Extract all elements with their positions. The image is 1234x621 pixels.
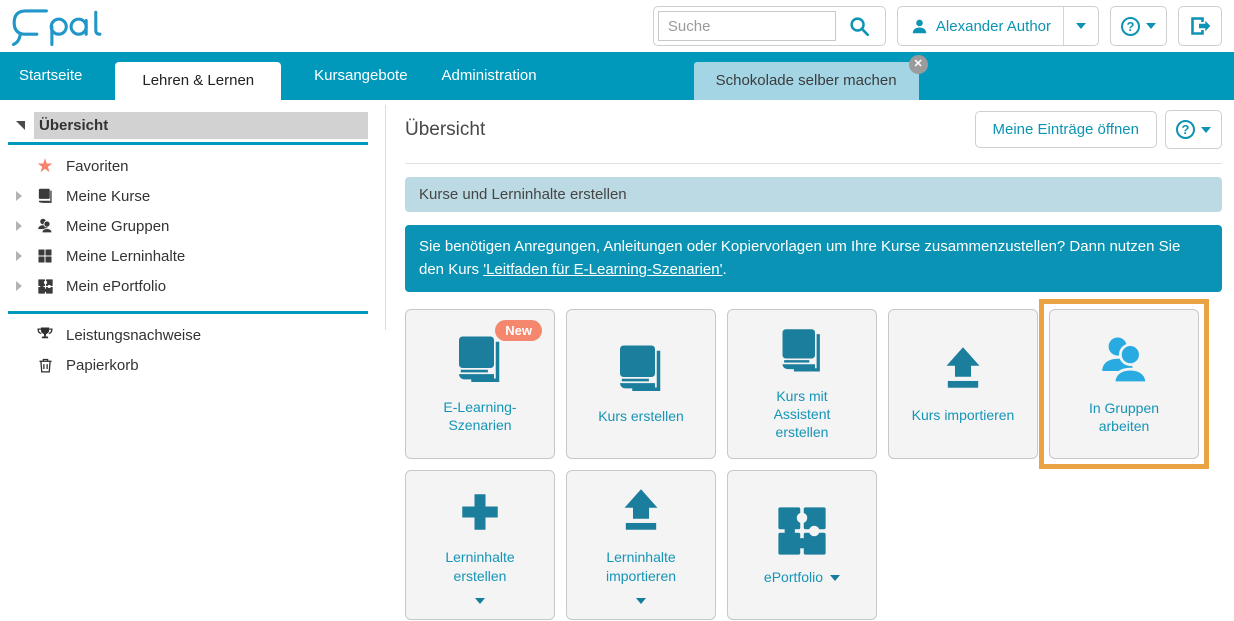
sidebar-item-meine-lerninhalte[interactable]: Meine Lerninhalte bbox=[0, 241, 385, 271]
search-group bbox=[653, 6, 886, 46]
help-circle-icon: ? bbox=[1176, 120, 1195, 139]
main-nav: Startseite Lehren & Lernen Kursangebote … bbox=[0, 52, 1234, 100]
card-lerninhalte-erstellen[interactable]: Lerninhalte erstellen bbox=[405, 470, 555, 620]
sidebar-rule bbox=[8, 311, 368, 314]
search-input[interactable] bbox=[658, 11, 836, 41]
close-icon[interactable]: ✕ bbox=[909, 55, 928, 74]
upload-icon bbox=[614, 485, 668, 539]
search-icon bbox=[848, 15, 871, 38]
leitfaden-link[interactable]: 'Leitfaden für E-Learning-Szenarien' bbox=[483, 261, 722, 278]
header-divider bbox=[405, 163, 1222, 164]
user-name: Alexander Author bbox=[936, 18, 1051, 35]
book-icon bbox=[452, 333, 508, 389]
sidebar-item-meine-kurse[interactable]: Meine Kurse bbox=[0, 181, 385, 211]
card-label: In Gruppen arbeiten bbox=[1064, 399, 1184, 435]
trophy-icon bbox=[36, 326, 54, 344]
chevron-down-icon bbox=[1146, 23, 1156, 29]
info-text-after: . bbox=[722, 261, 726, 278]
chevron-down-icon bbox=[1201, 127, 1211, 133]
section-banner: Kurse und Lerninhalte erstellen bbox=[405, 177, 1222, 212]
open-entries-button[interactable]: Meine Einträge öffnen bbox=[975, 111, 1158, 148]
action-cards-grid: New E-Learning-Szenarien Kurs erstellen bbox=[405, 309, 1222, 620]
nav-item-kursangebote[interactable]: Kursangebote bbox=[297, 52, 424, 100]
user-dropdown-caret[interactable] bbox=[1063, 7, 1098, 45]
sidebar-item-favoriten[interactable]: ★ Favoriten bbox=[0, 151, 385, 181]
open-course-tab[interactable]: Schokolade selber machen ✕ bbox=[694, 62, 919, 100]
card-kurs-importieren[interactable]: Kurs importieren bbox=[888, 309, 1038, 459]
info-box: Sie benötigen Anregungen, Anleitungen od… bbox=[405, 225, 1222, 292]
chevron-down-icon[interactable] bbox=[830, 575, 840, 581]
sidebar-header-label: Übersicht bbox=[39, 117, 108, 134]
sidebar-item-label: Mein ePortfolio bbox=[66, 278, 166, 295]
puzzle-icon bbox=[37, 278, 54, 295]
search-button[interactable] bbox=[836, 15, 881, 38]
plus-icon bbox=[453, 485, 507, 539]
card-kurs-mit-assistent[interactable]: Kurs mit Assistent erstellen bbox=[727, 309, 877, 459]
card-in-gruppen-arbeiten[interactable]: In Gruppen arbeiten bbox=[1049, 309, 1199, 459]
sidebar-item-meine-gruppen[interactable]: Meine Gruppen bbox=[0, 211, 385, 241]
card-elearning-szenarien[interactable]: New E-Learning-Szenarien bbox=[405, 309, 555, 459]
book-icon bbox=[613, 342, 669, 398]
new-badge: New bbox=[495, 320, 542, 341]
upload-icon bbox=[936, 343, 990, 397]
chevron-down-icon[interactable] bbox=[475, 598, 485, 604]
group-icon bbox=[36, 217, 54, 235]
sidebar-secondary-list: Leistungsnachweise Papierkorb bbox=[0, 320, 385, 380]
expand-triangle-icon[interactable] bbox=[16, 281, 22, 291]
help-menu-button[interactable]: ? bbox=[1110, 6, 1167, 46]
card-label: Kurs erstellen bbox=[598, 407, 684, 425]
nav-item-lehren-lernen[interactable]: Lehren & Lernen bbox=[115, 62, 281, 100]
sidebar-item-label: Favoriten bbox=[66, 158, 129, 175]
sidebar-item-papierkorb[interactable]: Papierkorb bbox=[0, 350, 385, 380]
sidebar-main-list: ★ Favoriten Meine Kurse bbox=[0, 151, 385, 301]
card-kurs-erstellen[interactable]: Kurs erstellen bbox=[566, 309, 716, 459]
book-icon bbox=[776, 326, 828, 378]
page-help-button[interactable]: ? bbox=[1165, 110, 1222, 149]
card-label: Lerninhalte erstellen bbox=[420, 548, 540, 584]
card-label: Lerninhalte importieren bbox=[581, 548, 701, 584]
sidebar-item-label: Leistungsnachweise bbox=[66, 327, 201, 344]
group-icon bbox=[1095, 332, 1153, 390]
person-icon bbox=[910, 17, 929, 36]
collapse-triangle-icon bbox=[16, 121, 25, 130]
sidebar-item-label: Papierkorb bbox=[66, 357, 139, 374]
sidebar: Übersicht ★ Favoriten Meine Kurse bbox=[0, 100, 385, 621]
help-circle-icon: ? bbox=[1121, 17, 1140, 36]
expand-triangle-icon[interactable] bbox=[16, 191, 22, 201]
chevron-down-icon[interactable] bbox=[636, 598, 646, 604]
sidebar-item-mein-eportfolio[interactable]: Mein ePortfolio bbox=[0, 271, 385, 301]
open-course-tab-label: Schokolade selber machen bbox=[716, 72, 897, 89]
puzzle-icon bbox=[774, 503, 830, 559]
logout-button[interactable] bbox=[1178, 6, 1222, 46]
sidebar-divider bbox=[385, 105, 386, 330]
sidebar-item-label: Meine Kurse bbox=[66, 188, 150, 205]
nav-item-administration[interactable]: Administration bbox=[425, 52, 554, 100]
logout-icon bbox=[1188, 14, 1212, 38]
top-bar: Alexander Author ? bbox=[0, 0, 1234, 52]
expand-triangle-icon[interactable] bbox=[16, 221, 22, 231]
main-panel: Übersicht Meine Einträge öffnen ? Kurse … bbox=[385, 100, 1234, 621]
sidebar-item-label: Meine Lerninhalte bbox=[66, 248, 185, 265]
book-icon bbox=[37, 188, 54, 205]
page-title: Übersicht bbox=[405, 119, 485, 141]
sidebar-rule bbox=[8, 142, 368, 145]
star-icon: ★ bbox=[36, 157, 53, 176]
expand-triangle-icon[interactable] bbox=[16, 251, 22, 261]
card-label: E-Learning-Szenarien bbox=[420, 398, 540, 434]
sidebar-item-label: Meine Gruppen bbox=[66, 218, 169, 235]
nav-item-startseite[interactable]: Startseite bbox=[2, 52, 99, 100]
trash-icon bbox=[37, 357, 54, 374]
chevron-down-icon bbox=[1076, 23, 1086, 29]
card-eportfolio[interactable]: ePortfolio bbox=[727, 470, 877, 620]
card-label: Kurs mit Assistent erstellen bbox=[766, 387, 838, 442]
card-label: Kurs importieren bbox=[912, 406, 1015, 424]
user-menu-button[interactable]: Alexander Author bbox=[897, 6, 1099, 46]
opal-logo[interactable] bbox=[8, 4, 104, 48]
content-area: Übersicht ★ Favoriten Meine Kurse bbox=[0, 100, 1234, 621]
grid-icon bbox=[37, 248, 53, 264]
card-label: ePortfolio bbox=[764, 568, 823, 586]
sidebar-header-uebersicht[interactable]: Übersicht bbox=[8, 112, 368, 139]
card-lerninhalte-importieren[interactable]: Lerninhalte importieren bbox=[566, 470, 716, 620]
sidebar-item-leistungsnachweise[interactable]: Leistungsnachweise bbox=[0, 320, 385, 350]
